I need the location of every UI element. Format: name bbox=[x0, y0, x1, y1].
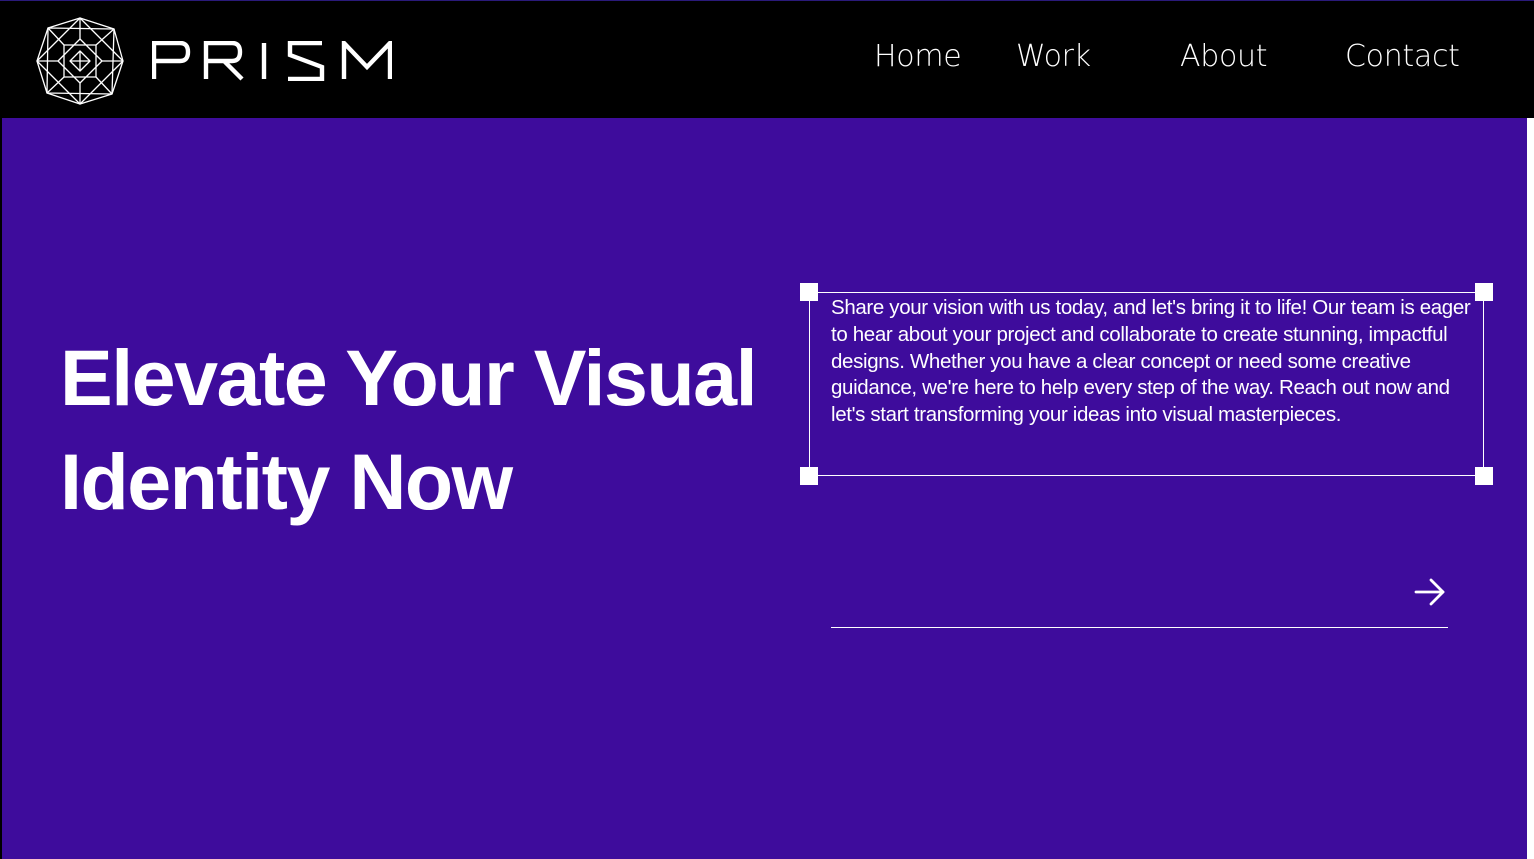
resize-handle-top-left[interactable] bbox=[800, 283, 818, 301]
contact-form bbox=[831, 560, 1448, 628]
resize-handle-top-right[interactable] bbox=[1475, 283, 1493, 301]
page: Home Work About Contact Elevate Your Vis… bbox=[0, 0, 1534, 859]
hero-body-text[interactable]: Share your vision with us today, and let… bbox=[831, 295, 1471, 429]
brand-logo-link[interactable] bbox=[34, 15, 392, 107]
hero-headline-line-2: Identity Now bbox=[60, 437, 513, 526]
hero-headline: Elevate Your Visual Identity Now bbox=[60, 326, 820, 534]
submit-button[interactable] bbox=[1412, 574, 1448, 610]
nav-item-contact[interactable]: Contact bbox=[1345, 35, 1460, 79]
nav-item-home[interactable]: Home bbox=[874, 35, 962, 79]
page-edge-strip bbox=[1527, 118, 1534, 859]
arrow-right-icon bbox=[1414, 578, 1445, 606]
nav-item-about[interactable]: About bbox=[1180, 35, 1268, 79]
contact-input[interactable] bbox=[831, 568, 1391, 618]
site-header: Home Work About Contact bbox=[0, 0, 1534, 118]
hero-headline-line-1: Elevate Your Visual bbox=[60, 333, 758, 422]
resize-handle-bottom-right[interactable] bbox=[1475, 467, 1493, 485]
nav-item-work[interactable]: Work bbox=[1016, 35, 1091, 79]
geometric-diamond-logo-icon bbox=[36, 17, 124, 105]
brand-wordmark bbox=[152, 41, 392, 81]
resize-handle-bottom-left[interactable] bbox=[800, 467, 818, 485]
